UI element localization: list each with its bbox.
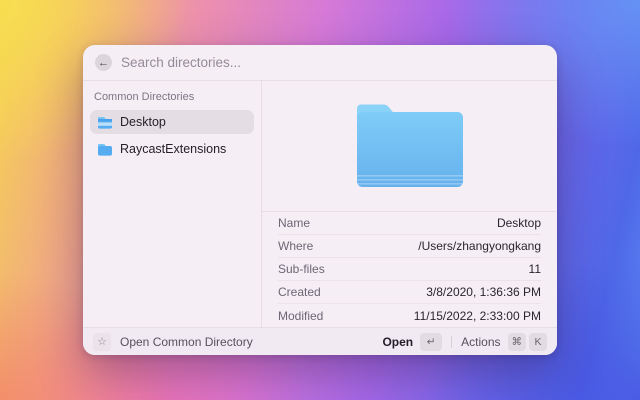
- row-label: Sub-files: [278, 262, 325, 276]
- table-row: Sub-files 11: [278, 258, 541, 281]
- window-body: Common Directories Desktop RaycastExtens…: [83, 81, 557, 327]
- row-label: Name: [278, 216, 311, 230]
- table-row: Created 3/8/2020, 1:36:36 PM: [278, 281, 541, 304]
- row-label: Where: [278, 239, 314, 253]
- row-value: Desktop: [496, 216, 541, 230]
- folder-icon: [98, 144, 112, 156]
- row-value: 11: [528, 262, 541, 276]
- sidebar-item-label: Desktop: [120, 115, 166, 129]
- desktop-background: { "search": { "placeholder": "Search dir…: [0, 0, 640, 400]
- k-key[interactable]: K: [529, 332, 547, 351]
- search-bar: ←: [83, 45, 557, 81]
- back-arrow-icon: ←: [98, 56, 109, 69]
- large-folder-icon: [356, 104, 463, 187]
- cmd-key[interactable]: ⌘: [507, 332, 526, 351]
- back-button[interactable]: ←: [95, 54, 112, 71]
- action-bar: ☆ Open Common Directory Open ↵ Actions ⌘…: [83, 327, 557, 355]
- desktop-folder-icon: [98, 117, 112, 129]
- sidebar-item-raycastextensions[interactable]: RaycastExtensions: [90, 137, 254, 161]
- table-row: Modified 11/15/2022, 2:33:00 PM: [278, 304, 541, 327]
- shortcut-keys: ⌘ K: [507, 332, 547, 351]
- metadata-table: Name Desktop Where /Users/zhangyongkang …: [262, 211, 557, 327]
- action-bar-title: Open Common Directory: [120, 334, 253, 349]
- sidebar-item-label: RaycastExtensions: [120, 142, 227, 156]
- table-row: Where /Users/zhangyongkang: [278, 235, 541, 258]
- divider: [451, 335, 453, 348]
- open-action-label[interactable]: Open: [382, 335, 413, 349]
- sidebar-item-desktop[interactable]: Desktop: [90, 110, 254, 134]
- section-header: Common Directories: [94, 91, 195, 103]
- favorite-button[interactable]: ☆: [93, 332, 111, 351]
- sidebar: Common Directories Desktop RaycastExtens…: [83, 81, 262, 327]
- enter-icon: ↵: [426, 335, 436, 348]
- folder-preview: [262, 81, 557, 211]
- row-label: Created: [278, 285, 321, 299]
- star-icon: ☆: [97, 336, 107, 348]
- row-value: 3/8/2020, 1:36:36 PM: [426, 285, 541, 299]
- row-value: 11/15/2022, 2:33:00 PM: [413, 308, 541, 323]
- actions-menu-label[interactable]: Actions: [461, 335, 500, 349]
- table-row: Name Desktop: [278, 212, 541, 235]
- enter-key[interactable]: ↵: [420, 332, 443, 351]
- row-label: Modified: [278, 308, 324, 323]
- row-value: /Users/zhangyongkang: [418, 239, 541, 253]
- search-input[interactable]: [121, 55, 545, 70]
- raycast-window: ← Common Directories Desktop R: [83, 45, 557, 355]
- detail-panel: Name Desktop Where /Users/zhangyongkang …: [262, 81, 557, 327]
